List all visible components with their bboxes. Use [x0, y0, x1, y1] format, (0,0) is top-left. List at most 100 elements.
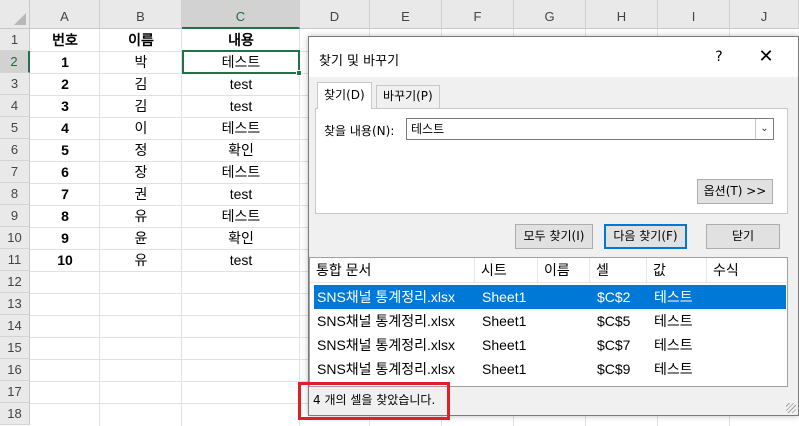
column-header-h[interactable]: H	[586, 0, 658, 29]
active-cell-outline	[182, 50, 300, 74]
cell-no[interactable]: 4	[30, 117, 100, 139]
cell-name[interactable]: 유	[100, 205, 182, 227]
results-col-formula[interactable]: 수식	[707, 258, 787, 283]
results-col-value[interactable]: 값	[647, 258, 707, 283]
column-header-g[interactable]: G	[514, 0, 586, 29]
column-header-j[interactable]: J	[730, 0, 799, 29]
cell-name[interactable]: 유	[100, 249, 182, 271]
results-row[interactable]: SNS채널 통계정리.xlsx Sheet1 $C$9 테스트	[314, 357, 786, 381]
find-what-input[interactable]: 테스트 ⌄	[406, 118, 774, 140]
cell-no[interactable]: 8	[30, 205, 100, 227]
row-header[interactable]: 7	[0, 161, 30, 183]
result-cell: $C$2	[597, 289, 631, 305]
row-header[interactable]: 1	[0, 29, 30, 51]
cell-name[interactable]: 정	[100, 139, 182, 161]
close-button[interactable]: 닫기	[706, 224, 780, 249]
results-list[interactable]: 통합 문서 시트 이름 셀 값 수식 SNS채널 통계정리.xlsx Sheet…	[309, 257, 788, 387]
row-header[interactable]: 6	[0, 139, 30, 161]
fill-handle[interactable]	[296, 70, 302, 76]
cell-header-no[interactable]: 번호	[30, 29, 100, 51]
cell-no[interactable]: 5	[30, 139, 100, 161]
column-header-c[interactable]: C	[182, 0, 300, 29]
tab-replace[interactable]: 바꾸기(P)	[376, 85, 440, 108]
cell-content[interactable]: test	[182, 95, 300, 117]
cell-no[interactable]: 2	[30, 73, 100, 95]
cell-content[interactable]: 확인	[182, 139, 300, 161]
cell-name[interactable]: 권	[100, 183, 182, 205]
result-sheet: Sheet1	[482, 337, 527, 353]
column-header-b[interactable]: B	[100, 0, 182, 29]
row-header[interactable]: 10	[0, 227, 30, 249]
results-row[interactable]: SNS채널 통계정리.xlsx Sheet1 $C$5 테스트	[314, 309, 786, 333]
cell-no[interactable]: 6	[30, 161, 100, 183]
find-all-button[interactable]: 모두 찾기(I)	[515, 224, 593, 249]
cell-no[interactable]: 9	[30, 227, 100, 249]
column-header-f[interactable]: F	[442, 0, 514, 29]
result-book: SNS채널 통계정리.xlsx	[317, 313, 455, 329]
find-tab-panel: 찾을 내용(N): 테스트 ⌄ 옵션(T) >>	[315, 108, 788, 214]
row-header[interactable]: 5	[0, 117, 30, 139]
column-header-e[interactable]: E	[370, 0, 442, 29]
column-header-i[interactable]: I	[658, 0, 730, 29]
cell-no[interactable]: 1	[30, 51, 100, 73]
row-header[interactable]: 2	[0, 51, 30, 73]
help-button[interactable]: ?	[707, 43, 731, 71]
results-col-sheet[interactable]: 시트	[475, 258, 538, 283]
options-button[interactable]: 옵션(T) >>	[697, 179, 773, 204]
cell-content[interactable]: 테스트	[182, 205, 300, 227]
cell-name[interactable]: 장	[100, 161, 182, 183]
close-icon[interactable]: ✕	[751, 43, 781, 71]
results-col-name[interactable]: 이름	[538, 258, 590, 283]
resize-grip-icon[interactable]	[786, 403, 796, 413]
annotation-highlight-box	[298, 382, 450, 420]
row-header[interactable]: 17	[0, 381, 30, 403]
find-replace-dialog: 찾기 및 바꾸기 ? ✕ 찾기(D) 바꾸기(P) 찾을 내용(N): 테스트 …	[308, 36, 799, 416]
result-cell: $C$7	[597, 337, 631, 353]
row-header[interactable]: 16	[0, 359, 30, 381]
cell-content[interactable]: 확인	[182, 227, 300, 249]
result-value: 테스트	[654, 361, 693, 377]
results-col-book[interactable]: 통합 문서	[310, 258, 475, 283]
row-header[interactable]: 13	[0, 293, 30, 315]
cell-name[interactable]: 윤	[100, 227, 182, 249]
cell-name[interactable]: 이	[100, 117, 182, 139]
cell-content[interactable]: test	[182, 249, 300, 271]
cell-name[interactable]: 김	[100, 95, 182, 117]
result-book: SNS채널 통계정리.xlsx	[317, 337, 455, 353]
cell-name[interactable]: 김	[100, 73, 182, 95]
result-cell: $C$9	[597, 361, 631, 377]
cell-no[interactable]: 7	[30, 183, 100, 205]
row-header[interactable]: 8	[0, 183, 30, 205]
tab-find[interactable]: 찾기(D)	[317, 82, 372, 109]
row-header[interactable]: 3	[0, 73, 30, 95]
select-all-corner[interactable]	[0, 0, 30, 29]
cell-content[interactable]: test	[182, 183, 300, 205]
row-header[interactable]: 15	[0, 337, 30, 359]
find-next-button[interactable]: 다음 찾기(F)	[604, 224, 687, 249]
results-row[interactable]: SNS채널 통계정리.xlsx Sheet1 $C$2 테스트	[314, 285, 786, 309]
column-header-d[interactable]: D	[300, 0, 370, 29]
chevron-down-icon[interactable]: ⌄	[755, 119, 773, 139]
cell-header-name[interactable]: 이름	[100, 29, 182, 51]
result-book: SNS채널 통계정리.xlsx	[317, 289, 455, 305]
cell-content[interactable]: test	[182, 73, 300, 95]
cell-no[interactable]: 10	[30, 249, 100, 271]
row-header[interactable]: 11	[0, 249, 30, 271]
cell-content[interactable]: 테스트	[182, 161, 300, 183]
row-header[interactable]: 4	[0, 95, 30, 117]
cell-content[interactable]: 테스트	[182, 117, 300, 139]
result-sheet: Sheet1	[482, 313, 527, 329]
row-header[interactable]: 18	[0, 403, 30, 425]
results-col-cell[interactable]: 셀	[590, 258, 647, 283]
result-value: 테스트	[654, 289, 693, 305]
cell-no[interactable]: 3	[30, 95, 100, 117]
cell-header-content[interactable]: 내용	[182, 29, 300, 51]
cell-name[interactable]: 박	[100, 51, 182, 73]
dialog-titlebar[interactable]: 찾기 및 바꾸기 ? ✕	[309, 37, 798, 77]
results-row[interactable]: SNS채널 통계정리.xlsx Sheet1 $C$7 테스트	[314, 333, 786, 357]
row-header[interactable]: 14	[0, 315, 30, 337]
row-header[interactable]: 9	[0, 205, 30, 227]
result-value: 테스트	[654, 337, 693, 353]
row-header[interactable]: 12	[0, 271, 30, 293]
column-header-a[interactable]: A	[30, 0, 100, 29]
